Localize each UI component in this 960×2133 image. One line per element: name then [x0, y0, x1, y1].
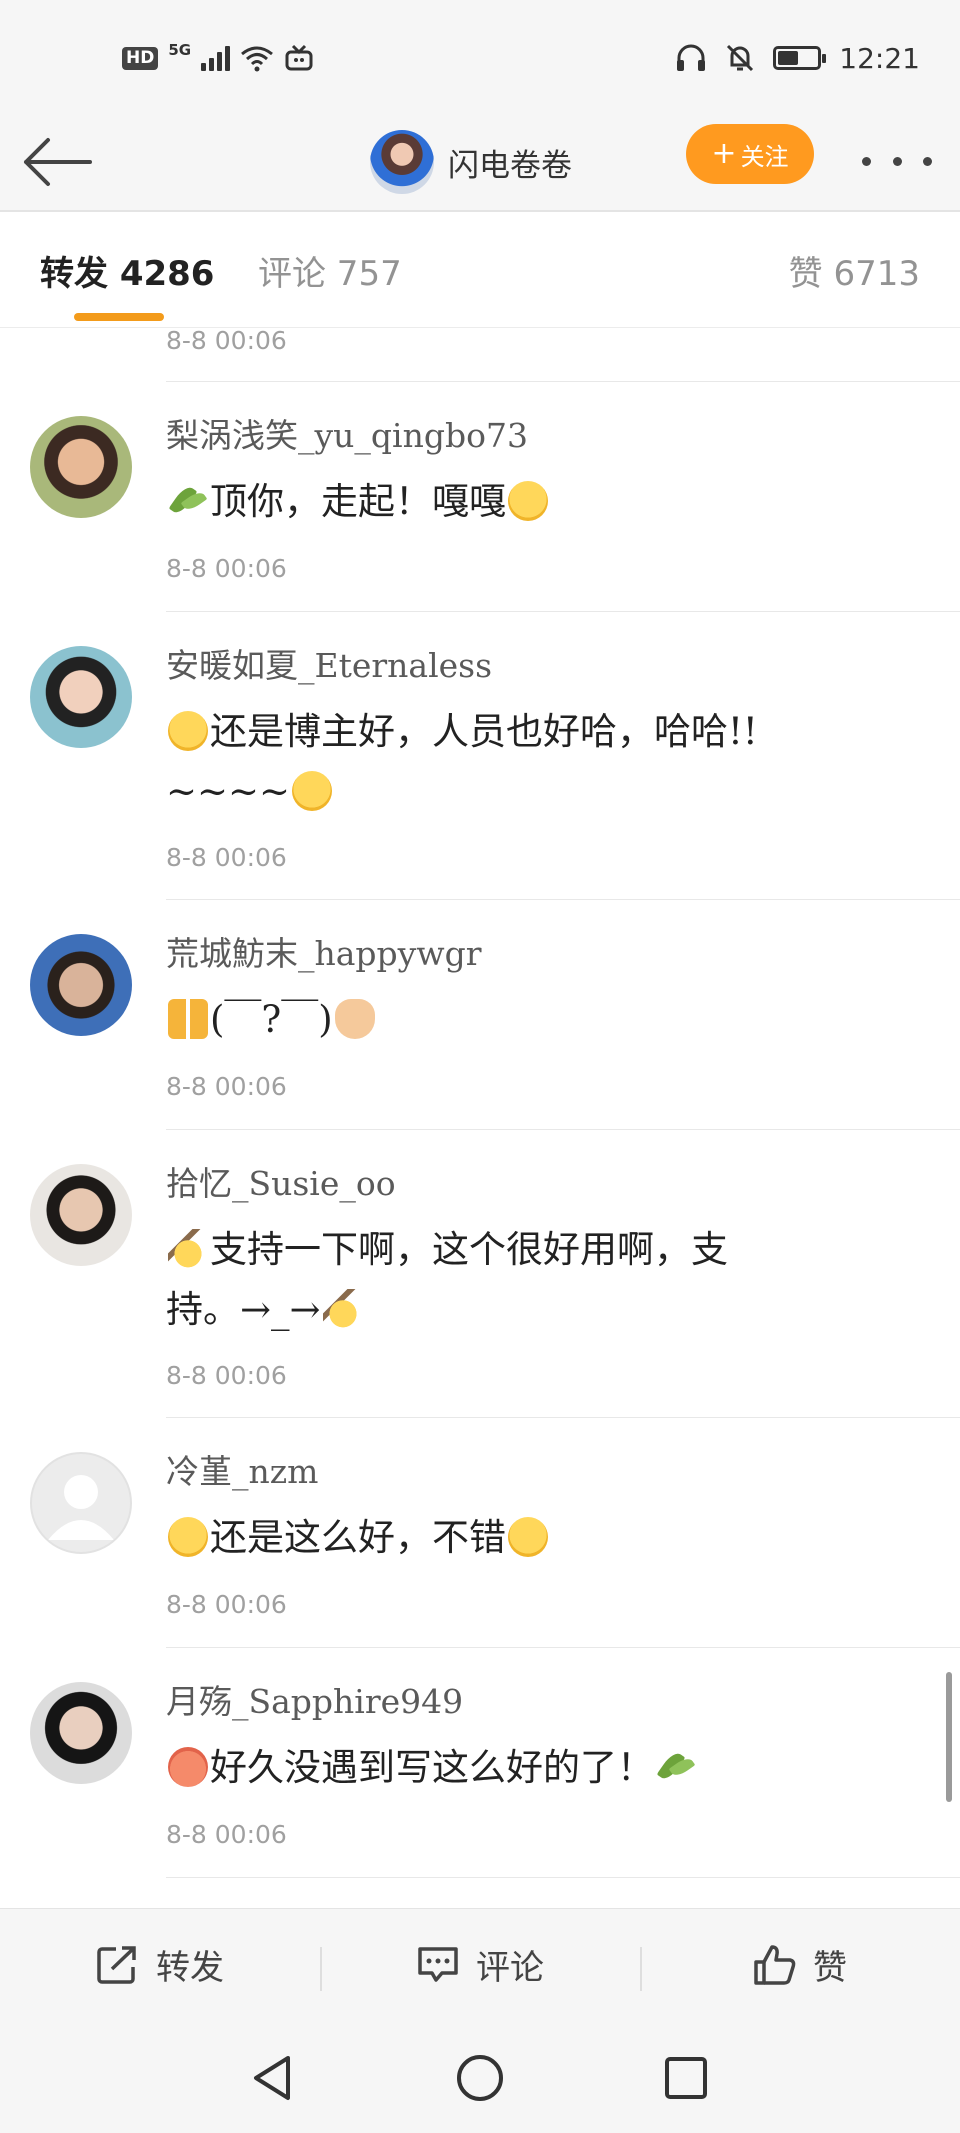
user-name[interactable]: 荒城魴末_happywgr — [166, 934, 481, 974]
user-name[interactable]: 拾忆_Susie_oo — [166, 1164, 396, 1204]
clock: 12:21 — [839, 41, 920, 75]
follow-label: 关注 — [740, 142, 789, 171]
repost-text: (￣?￣) — [166, 990, 886, 1050]
status-bar: HD 5G 12:21 — [0, 0, 960, 112]
mute-bell-icon — [727, 44, 754, 72]
square-recents-icon — [665, 2057, 707, 2099]
active-tab-indicator — [74, 313, 164, 321]
author-info[interactable]: 闪电卷卷 — [370, 126, 572, 198]
surprised-emoji-icon — [168, 1517, 208, 1557]
rock-hand-emoji-icon — [334, 999, 375, 1039]
tab-comments[interactable]: 评论 757 — [258, 246, 402, 295]
list-item[interactable]: 梨涡浅笑_yu_qingbo73 顶你，走起！嘎嘎 8-8 00:06 — [0, 382, 960, 612]
blush-emoji-icon — [508, 481, 548, 521]
repost-label: 转发 — [156, 1948, 224, 1988]
timestamp: 8-8 00:06 — [166, 1590, 287, 1619]
leaf-emoji-icon — [168, 481, 208, 521]
scrollbar[interactable] — [946, 1672, 952, 1802]
default-avatar-icon — [48, 1475, 114, 1540]
system-back-button[interactable] — [246, 2050, 302, 2106]
circle-home-icon — [457, 2055, 503, 2101]
bottom-action-bar: 转发 评论 赞 — [0, 1908, 960, 2020]
timestamp: 8-8 00:06 — [166, 554, 287, 583]
more-button[interactable] — [862, 146, 932, 176]
repost-text: 支持一下啊，这个很好用啊，支 持。→_→ — [166, 1228, 728, 1331]
comment-button[interactable]: 评论 — [320, 1909, 640, 2021]
author-name[interactable]: 闪电卷卷 — [448, 140, 572, 185]
timestamp: 8-8 00:06 — [166, 328, 287, 355]
hd-icon: HD — [122, 46, 159, 70]
list-item[interactable]: 荒城魴末_happywgr (￣?￣) 8-8 00:06 — [0, 900, 960, 1130]
system-recents-button[interactable] — [658, 2050, 714, 2106]
timestamp: 8-8 00:06 — [166, 1820, 287, 1849]
wifi-icon — [241, 46, 274, 72]
timestamp: 8-8 00:06 — [166, 843, 287, 872]
user-name[interactable]: 安暖如夏_Eternaless — [166, 646, 492, 686]
beer-cheers-emoji-icon — [168, 999, 208, 1039]
more-dot — [892, 156, 902, 166]
repost-button[interactable]: 转发 — [0, 1909, 320, 2021]
repost-list[interactable]: 8-8 00:06 梨涡浅笑_yu_qingbo73 顶你，走起！嘎嘎 8-8 … — [0, 328, 960, 1908]
signal-icon — [201, 45, 231, 71]
tab-repost[interactable]: 转发 4286 — [40, 246, 214, 295]
like-label: 赞 — [813, 1948, 847, 1988]
hammer-emoji-icon — [168, 1229, 208, 1269]
status-right: 12:21 — [675, 38, 920, 78]
repost-text: 好久没遇到写这么好的了！ — [166, 1738, 886, 1798]
pig-emoji-icon — [168, 1747, 208, 1787]
list-item[interactable]: 安暖如夏_Eternaless 还是博主好，人员也好哈，哈哈!! ~~~~ 8-… — [0, 612, 960, 900]
tab-likes[interactable]: 赞 6713 — [789, 246, 920, 295]
status-left: HD 5G — [122, 40, 314, 76]
shush-emoji-icon — [508, 1517, 548, 1557]
more-dot — [923, 156, 932, 166]
list-item[interactable]: 月殇_Sapphire949 好久没遇到写这么好的了！ 8-8 00:06 — [0, 1648, 960, 1878]
repost-text: 顶你，走起！嘎嘎 — [166, 472, 886, 532]
leaf-emoji-icon — [656, 1747, 696, 1787]
plus-icon: + — [711, 136, 737, 171]
nav-bar: 闪电卷卷 + 关注 — [0, 112, 960, 212]
like-button[interactable]: 赞 — [640, 1909, 960, 2021]
comment-icon — [418, 1946, 458, 1982]
system-nav-bar — [0, 2020, 960, 2133]
avatar[interactable] — [30, 1164, 132, 1266]
repost-text: 还是博主好，人员也好哈，哈哈!! ~~~~ — [166, 710, 758, 813]
list-item[interactable]: 冷堇_nzm 还是这么好，不错 8-8 00:06 — [0, 1418, 960, 1648]
share-icon — [97, 1945, 136, 1984]
thumbs-up-icon — [754, 1944, 796, 1985]
follow-button[interactable]: + 关注 — [686, 124, 814, 184]
back-button[interactable] — [20, 132, 92, 192]
user-name[interactable]: 月殇_Sapphire949 — [166, 1682, 463, 1722]
timestamp: 8-8 00:06 — [166, 1072, 287, 1101]
tv-icon — [285, 44, 313, 71]
list-item[interactable]: 拾忆_Susie_oo 支持一下啊，这个很好用啊，支 持。→_→ 8-8 00:… — [0, 1130, 960, 1418]
battery-icon — [773, 46, 827, 70]
comment-label: 评论 — [476, 1948, 544, 1988]
avatar[interactable] — [30, 416, 132, 518]
more-dot — [862, 156, 871, 166]
avatar[interactable] — [30, 646, 132, 748]
hammer-emoji-icon — [322, 1289, 363, 1329]
avatar[interactable] — [30, 1682, 132, 1784]
author-avatar[interactable] — [370, 130, 434, 194]
repost-text: 还是这么好，不错 — [166, 1508, 886, 1568]
grin-emoji-icon — [168, 711, 208, 751]
tab-bar: 转发 4286 评论 757 赞 6713 — [0, 212, 960, 328]
triangle-back-icon — [254, 2056, 290, 2100]
timestamp: 8-8 00:06 — [166, 1361, 287, 1390]
divider — [166, 1877, 960, 1878]
system-home-button[interactable] — [452, 2050, 508, 2106]
user-name[interactable]: 冷堇_nzm — [166, 1452, 318, 1492]
headphones-icon — [677, 44, 706, 71]
back-arrow-icon — [24, 138, 92, 186]
shush-emoji-icon — [292, 771, 333, 811]
avatar[interactable] — [30, 934, 132, 1036]
avatar[interactable] — [30, 1452, 132, 1554]
network-type: 5G — [168, 40, 192, 59]
user-name[interactable]: 梨涡浅笑_yu_qingbo73 — [166, 416, 528, 456]
